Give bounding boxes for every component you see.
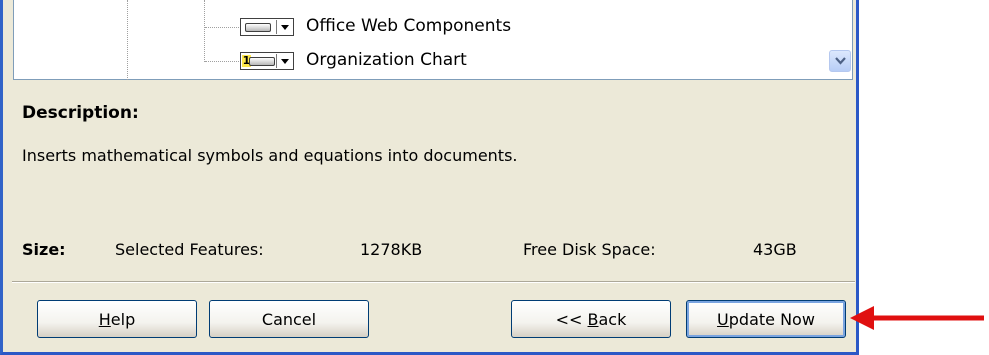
help-button[interactable]: Help: [37, 300, 197, 338]
update-mnemonic: U: [717, 309, 729, 329]
setup-dialog: Office Web Components 1 Organization Cha…: [0, 0, 859, 355]
scroll-down-button[interactable]: [829, 50, 851, 72]
tree-item-office-web-components[interactable]: Office Web Components: [306, 16, 511, 36]
separator: [276, 20, 277, 34]
back-button[interactable]: << Back: [511, 300, 671, 338]
selected-features-value: 1278KB: [360, 240, 423, 259]
drive-glyph: [245, 23, 271, 32]
chevron-down-icon: [281, 25, 289, 30]
hard-drive-icon[interactable]: [240, 18, 294, 36]
cancel-button[interactable]: Cancel: [209, 300, 369, 338]
cancel-label: Cancel: [261, 309, 317, 329]
back-label: ack: [598, 309, 627, 329]
tree-item-organization-chart[interactable]: Organization Chart: [306, 50, 467, 70]
chevron-down-icon: [281, 59, 289, 64]
install-on-first-use-icon[interactable]: 1: [240, 52, 294, 70]
tree-connector: [204, 0, 205, 62]
size-label: Size:: [22, 240, 66, 259]
tree-connector: [127, 0, 128, 80]
chevron-down-icon: [835, 57, 846, 65]
divider: [12, 281, 855, 283]
selected-features-label: Selected Features:: [115, 240, 264, 259]
description-text: Inserts mathematical symbols and equatio…: [22, 146, 518, 165]
update-now-button[interactable]: Update Now: [686, 300, 846, 338]
free-disk-space-label: Free Disk Space:: [523, 240, 656, 259]
description-heading: Description:: [22, 103, 139, 123]
back-prefix: <<: [555, 309, 588, 329]
help-mnemonic: H: [98, 309, 111, 329]
feature-tree[interactable]: Office Web Components 1 Organization Cha…: [13, 0, 853, 80]
help-label: elp: [110, 309, 136, 329]
annotation-arrow-icon: [850, 306, 984, 330]
separator: [276, 54, 277, 68]
tree-connector: [205, 61, 241, 62]
update-label: pdate Now: [728, 309, 815, 329]
free-disk-space-value: 43GB: [753, 240, 797, 259]
drive-glyph: [249, 57, 275, 66]
back-mnemonic: B: [587, 309, 599, 329]
tree-connector: [205, 27, 241, 28]
